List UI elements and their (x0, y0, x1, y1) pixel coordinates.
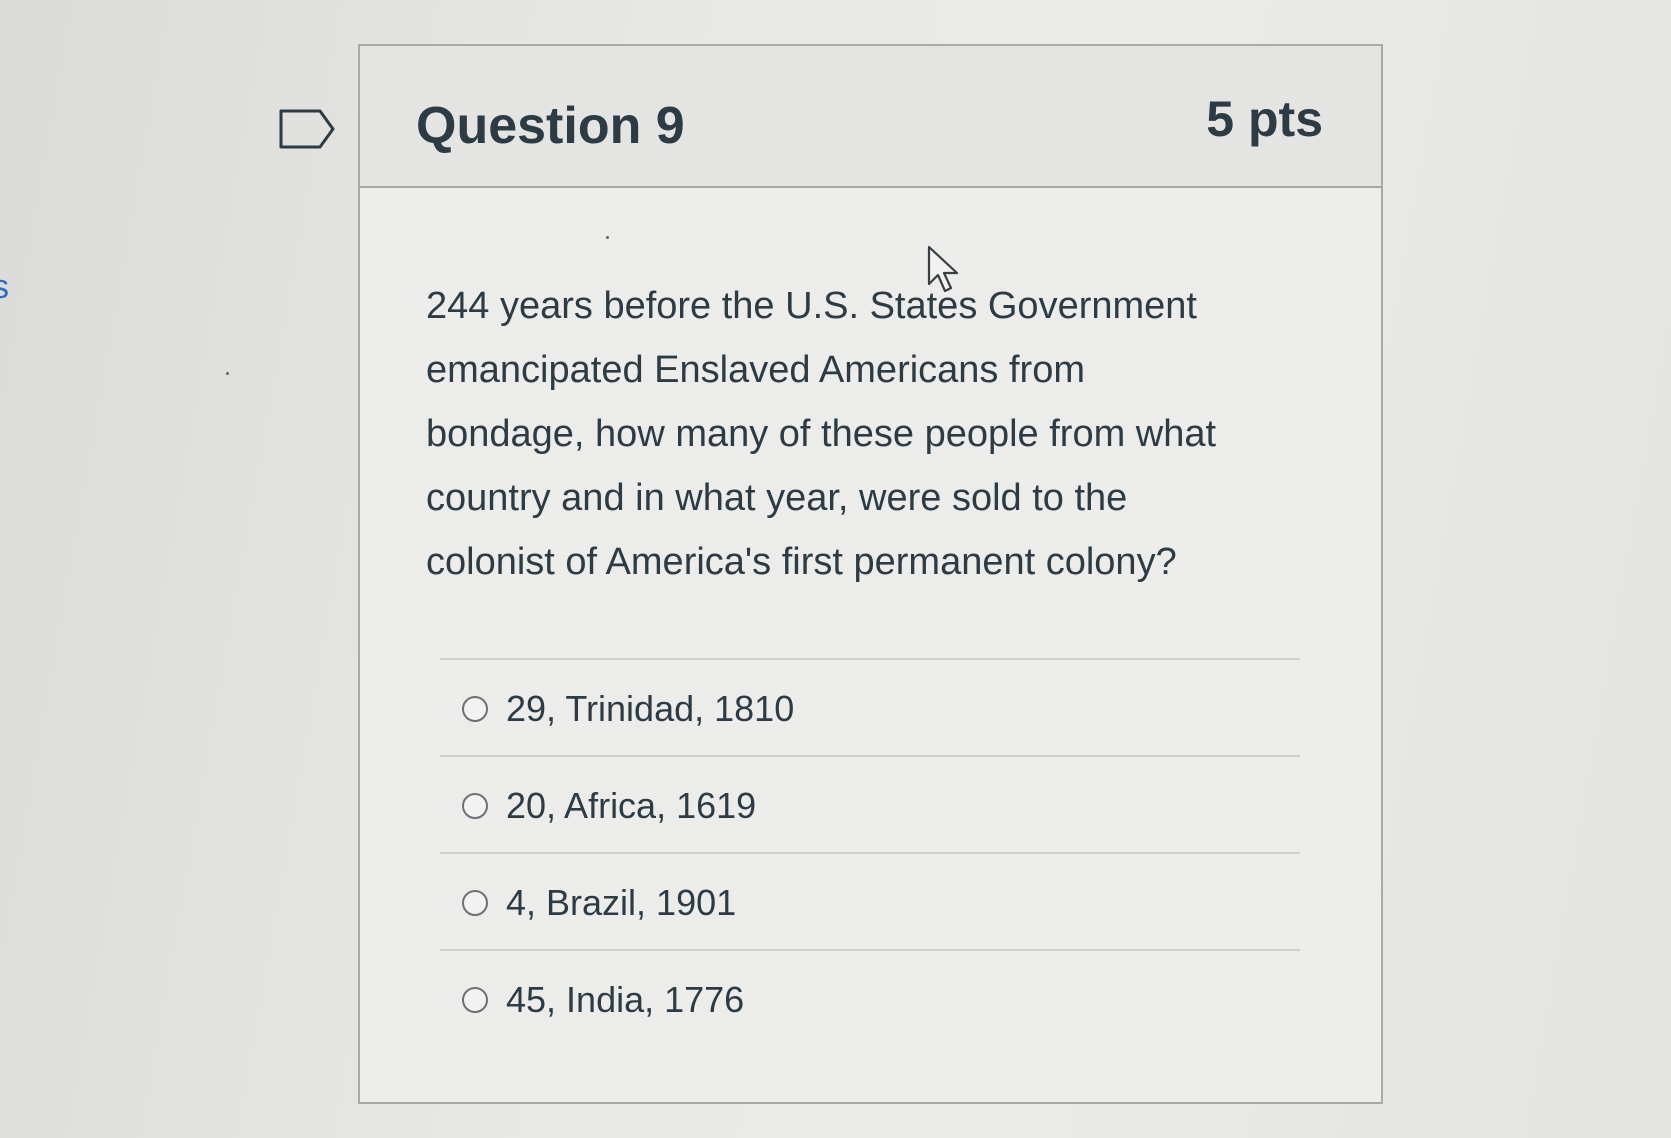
question-card: Question 9 5 pts 244 years before the U.… (358, 44, 1383, 1104)
answer-label[interactable]: 29, Trinidad, 1810 (506, 688, 794, 730)
question-text-line: emancipated Enslaved Americans from (426, 349, 1085, 391)
answer-option[interactable]: 4, Brazil, 1901 (440, 852, 1300, 949)
question-title: Question 9 (416, 97, 685, 155)
answer-option[interactable]: 29, Trinidad, 1810 (440, 658, 1300, 755)
answer-list: 29, Trinidad, 1810 20, Africa, 1619 4, B… (440, 658, 1300, 1046)
radio-button-icon[interactable] (462, 696, 488, 722)
mouse-pointer-icon (927, 245, 959, 293)
answer-option[interactable]: 20, Africa, 1619 (440, 755, 1300, 852)
sidebar-link-fragment[interactable]: s (0, 268, 9, 307)
question-header: Question 9 5 pts (360, 46, 1381, 188)
question-text-line: country and in what year, were sold to t… (426, 477, 1128, 519)
radio-button-icon[interactable] (462, 890, 488, 916)
question-text-line: colonist of America's first permanent co… (426, 541, 1177, 583)
screen-speck (606, 236, 609, 239)
answer-option[interactable]: 45, India, 1776 (440, 949, 1300, 1046)
screen-speck (226, 372, 229, 375)
question-text-line: 244 years before the U.S. States Governm… (426, 285, 1197, 327)
radio-button-icon[interactable] (462, 987, 488, 1013)
question-text: 244 years before the U.S. States Governm… (426, 274, 1326, 594)
answer-label[interactable]: 20, Africa, 1619 (506, 785, 756, 827)
question-points: 5 pts (1206, 91, 1323, 147)
answer-label[interactable]: 45, India, 1776 (506, 979, 744, 1021)
radio-button-icon[interactable] (462, 793, 488, 819)
answer-label[interactable]: 4, Brazil, 1901 (506, 882, 736, 924)
flag-question-icon[interactable] (278, 108, 336, 150)
question-text-line: bondage, how many of these people from w… (426, 413, 1217, 455)
